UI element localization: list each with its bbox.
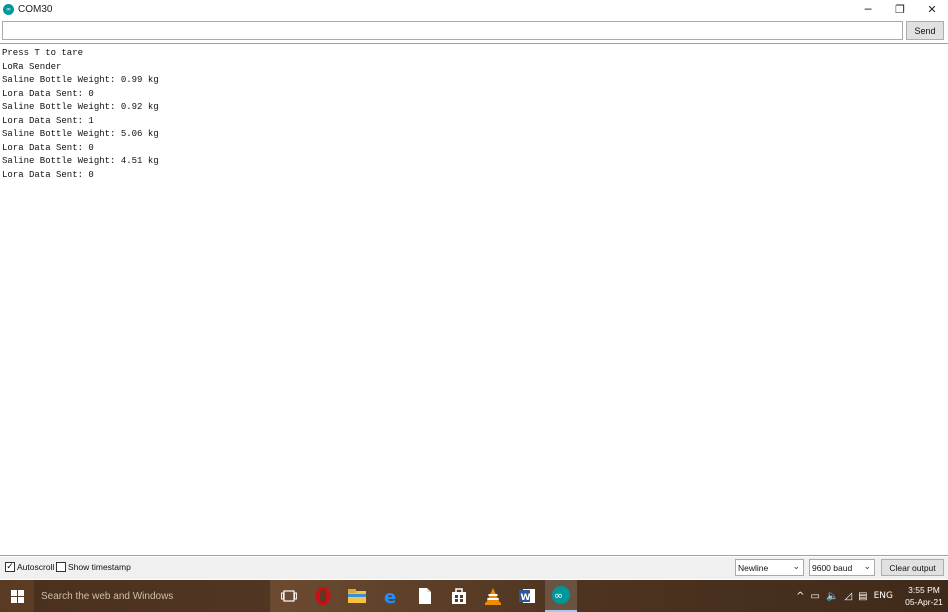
line-ending-value: Newline xyxy=(738,562,769,573)
clock-time: 3:55 PM xyxy=(908,585,940,595)
edge-icon[interactable]: e xyxy=(375,580,407,612)
arduino-icon: ∞ xyxy=(3,3,14,15)
close-button[interactable]: ✕ xyxy=(916,0,948,18)
clock-date: 05-Apr-21 xyxy=(905,597,943,607)
taskbar: Search the web and Windows e W ∞ ^ ▭ 🔈 ◿… xyxy=(0,580,948,612)
store-icon[interactable] xyxy=(443,580,475,612)
system-tray: ^ ▭ 🔈 ◿ ▤ ENG 3:55 PM 05-Apr-21 xyxy=(793,580,948,612)
search-placeholder: Search the web and Windows xyxy=(41,590,174,602)
notifications-icon[interactable]: ▤ xyxy=(858,591,867,602)
notepad-icon[interactable] xyxy=(409,580,441,612)
start-button[interactable] xyxy=(0,580,34,612)
serial-output[interactable]: Press T to tare LoRa Sender Saline Bottle … xyxy=(0,43,948,556)
output-line: LoRa Sender xyxy=(2,61,62,72)
baud-rate-select[interactable]: 9600 baud ⌄ xyxy=(809,559,875,576)
volume-icon[interactable]: 🔈 xyxy=(826,591,838,602)
baud-rate-value: 9600 baud xyxy=(812,562,853,573)
show-timestamp-checkbox[interactable]: Show timestamp xyxy=(56,562,131,572)
output-line: Lora Data Sent: 0 xyxy=(2,88,94,99)
chevron-up-icon[interactable]: ^ xyxy=(796,591,804,602)
output-line: Lora Data Sent: 0 xyxy=(2,169,94,180)
show-timestamp-label: Show timestamp xyxy=(68,562,131,572)
window-title: COM30 xyxy=(18,3,53,15)
output-line: Saline Bottle Weight: 0.92 kg xyxy=(2,102,159,112)
word-icon[interactable]: W xyxy=(511,580,543,612)
minimize-button[interactable]: ─ xyxy=(852,0,884,18)
vlc-icon[interactable] xyxy=(477,580,509,612)
chevron-down-icon: ⌄ xyxy=(792,562,800,572)
status-bar: ✓ Autoscroll Show timestamp Newline ⌄ 96… xyxy=(0,557,948,579)
title-bar: ∞ COM30 ─ ❐ ✕ xyxy=(0,0,948,18)
task-view-icon[interactable] xyxy=(273,580,305,612)
windows-logo-icon xyxy=(10,589,24,603)
svg-text:W: W xyxy=(521,593,531,603)
svg-text:∞: ∞ xyxy=(554,589,563,602)
output-line: Press T to tare xyxy=(2,48,84,58)
window-controls: ─ ❐ ✕ xyxy=(852,0,948,18)
serial-input[interactable] xyxy=(2,21,903,40)
output-line: Lora Data Sent: 0 xyxy=(2,142,94,153)
output-line: Saline Bottle Weight: 4.51 kg xyxy=(2,156,159,166)
clear-output-button[interactable]: Clear output xyxy=(881,559,944,576)
autoscroll-checkbox[interactable]: ✓ Autoscroll xyxy=(5,562,54,572)
clock[interactable]: 3:55 PM 05-Apr-21 xyxy=(900,584,948,608)
send-button[interactable]: Send xyxy=(906,21,944,40)
send-row: Send xyxy=(0,20,948,42)
output-line: Lora Data Sent: 1 xyxy=(2,115,94,126)
battery-icon[interactable]: ▭ xyxy=(811,591,820,602)
autoscroll-label: Autoscroll xyxy=(17,562,55,572)
chevron-down-icon: ⌄ xyxy=(863,562,871,572)
serial-monitor-window: ∞ COM30 ─ ❐ ✕ Send Press T to tare LoRa S… xyxy=(0,0,948,580)
language-indicator[interactable]: ENG xyxy=(874,591,893,601)
output-line: Saline Bottle Weight: 0.99 kg xyxy=(2,75,159,85)
restore-button[interactable]: ❐ xyxy=(884,0,916,18)
checkbox-empty-icon xyxy=(56,562,66,572)
check-icon: ✓ xyxy=(5,562,15,572)
output-line: Saline Bottle Weight: 5.06 kg xyxy=(2,129,159,139)
opera-icon[interactable] xyxy=(307,580,339,612)
arduino-taskbar-icon[interactable]: ∞ xyxy=(545,580,577,612)
file-explorer-icon[interactable] xyxy=(341,580,373,612)
network-icon[interactable]: ◿ xyxy=(844,591,852,602)
taskbar-search[interactable]: Search the web and Windows xyxy=(34,580,270,612)
svg-text:e: e xyxy=(384,587,396,605)
line-ending-select[interactable]: Newline ⌄ xyxy=(735,559,804,576)
